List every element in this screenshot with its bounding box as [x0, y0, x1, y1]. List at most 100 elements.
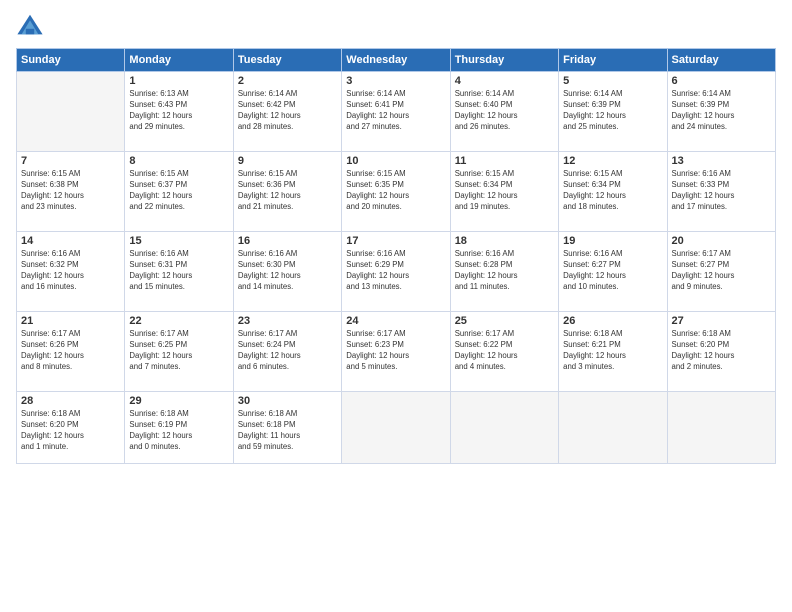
day-info: Sunrise: 6:17 AM Sunset: 6:22 PM Dayligh… — [455, 329, 554, 373]
calendar-week-row: 7 Sunrise: 6:15 AM Sunset: 6:38 PM Daylig… — [17, 152, 776, 232]
day-info: Sunrise: 6:15 AM Sunset: 6:38 PM Dayligh… — [21, 169, 120, 213]
day-number: 22 — [129, 315, 228, 327]
day-info: Sunrise: 6:17 AM Sunset: 6:25 PM Dayligh… — [129, 329, 228, 373]
day-info: Sunrise: 6:18 AM Sunset: 6:20 PM Dayligh… — [672, 329, 771, 373]
day-info: Sunrise: 6:17 AM Sunset: 6:23 PM Dayligh… — [346, 329, 445, 373]
calendar: SundayMondayTuesdayWednesdayThursdayFrid… — [16, 48, 776, 464]
calendar-day-cell: 6Sunrise: 6:14 AM Sunset: 6:39 PM Daylig… — [667, 72, 775, 152]
calendar-day-cell: 22 Sunrise: 6:17 AM Sunset: 6:25 PM Dayli… — [125, 312, 233, 392]
day-info: Sunrise: 6:16 AM Sunset: 6:33 PM Dayligh… — [672, 169, 771, 213]
day-number: 23 — [238, 315, 337, 327]
calendar-header-monday: Monday — [125, 49, 233, 72]
calendar-day-cell: 5 Sunrise: 6:14 AM Sunset: 6:39 PM Daylig… — [559, 72, 667, 152]
calendar-day-cell: 11Sunrise: 6:15 AM Sunset: 6:34 PM Dayli… — [450, 152, 558, 232]
day-number: 18 — [455, 235, 554, 247]
calendar-day-cell: 27 Sunrise: 6:18 AM Sunset: 6:20 PM Dayli… — [667, 312, 775, 392]
day-info: Sunrise: 6:16 AM Sunset: 6:30 PM Dayligh… — [238, 249, 337, 293]
calendar-day-cell: 1 Sunrise: 6:13 AM Sunset: 6:43 PM Daylig… — [125, 72, 233, 152]
day-number: 27 — [672, 315, 771, 327]
calendar-day-cell: 14 Sunrise: 6:16 AM Sunset: 6:32 PM Dayli… — [17, 232, 125, 312]
calendar-header-thursday: Thursday — [450, 49, 558, 72]
calendar-day-cell: 4 Sunrise: 6:14 AM Sunset: 6:40 PM Daylig… — [450, 72, 558, 152]
logo — [16, 12, 48, 40]
day-info: Sunrise: 6:17 AM Sunset: 6:26 PM Dayligh… — [21, 329, 120, 373]
day-number: 24 — [346, 315, 445, 327]
day-number: 26 — [563, 315, 662, 327]
calendar-day-cell — [342, 392, 450, 464]
day-info: Sunrise: 6:14 AM Sunset: 6:41 PM Dayligh… — [346, 89, 445, 133]
calendar-header-row: SundayMondayTuesdayWednesdayThursdayFrid… — [17, 49, 776, 72]
day-number: 29 — [129, 395, 228, 407]
day-number: 9 — [238, 155, 337, 167]
day-number: 2 — [238, 75, 337, 87]
calendar-day-cell: 29 Sunrise: 6:18 AM Sunset: 6:19 PM Dayli… — [125, 392, 233, 464]
calendar-day-cell: 28Sunrise: 6:18 AM Sunset: 6:20 PM Dayli… — [17, 392, 125, 464]
calendar-day-cell: 2 Sunrise: 6:14 AM Sunset: 6:42 PM Daylig… — [233, 72, 341, 152]
calendar-header-tuesday: Tuesday — [233, 49, 341, 72]
day-number: 12 — [563, 155, 662, 167]
day-number: 25 — [455, 315, 554, 327]
day-info: Sunrise: 6:16 AM Sunset: 6:32 PM Dayligh… — [21, 249, 120, 293]
logo-icon — [16, 12, 44, 40]
calendar-day-cell: 24 Sunrise: 6:17 AM Sunset: 6:23 PM Dayli… — [342, 312, 450, 392]
day-info: Sunrise: 6:15 AM Sunset: 6:35 PM Dayligh… — [346, 169, 445, 213]
calendar-day-cell: 13 Sunrise: 6:16 AM Sunset: 6:33 PM Dayli… — [667, 152, 775, 232]
day-info: Sunrise: 6:14 AM Sunset: 6:40 PM Dayligh… — [455, 89, 554, 133]
day-number: 3 — [346, 75, 445, 87]
day-number: 1 — [129, 75, 228, 87]
day-number: 28 — [21, 395, 120, 407]
day-info: Sunrise: 6:16 AM Sunset: 6:28 PM Dayligh… — [455, 249, 554, 293]
day-info: Sunrise: 6:16 AM Sunset: 6:29 PM Dayligh… — [346, 249, 445, 293]
day-number: 4 — [455, 75, 554, 87]
day-number: 19 — [563, 235, 662, 247]
day-number: 5 — [563, 75, 662, 87]
day-info: Sunrise: 6:14 AM Sunset: 6:42 PM Dayligh… — [238, 89, 337, 133]
day-number: 13 — [672, 155, 771, 167]
calendar-header-friday: Friday — [559, 49, 667, 72]
calendar-day-cell: 16 Sunrise: 6:16 AM Sunset: 6:30 PM Dayli… — [233, 232, 341, 312]
calendar-day-cell: 17 Sunrise: 6:16 AM Sunset: 6:29 PM Dayli… — [342, 232, 450, 312]
day-number: 20 — [672, 235, 771, 247]
calendar-day-cell: 26Sunrise: 6:18 AM Sunset: 6:21 PM Dayli… — [559, 312, 667, 392]
calendar-day-cell: 9 Sunrise: 6:15 AM Sunset: 6:36 PM Daylig… — [233, 152, 341, 232]
day-info: Sunrise: 6:17 AM Sunset: 6:27 PM Dayligh… — [672, 249, 771, 293]
calendar-day-cell: 25 Sunrise: 6:17 AM Sunset: 6:22 PM Dayli… — [450, 312, 558, 392]
calendar-week-row: 28Sunrise: 6:18 AM Sunset: 6:20 PM Dayli… — [17, 392, 776, 464]
calendar-day-cell: 8Sunrise: 6:15 AM Sunset: 6:37 PM Daylig… — [125, 152, 233, 232]
day-info: Sunrise: 6:17 AM Sunset: 6:24 PM Dayligh… — [238, 329, 337, 373]
day-info: Sunrise: 6:18 AM Sunset: 6:19 PM Dayligh… — [129, 409, 228, 453]
calendar-day-cell: 30Sunrise: 6:18 AM Sunset: 6:18 PM Dayli… — [233, 392, 341, 464]
calendar-day-cell — [450, 392, 558, 464]
calendar-day-cell: 15 Sunrise: 6:16 AM Sunset: 6:31 PM Dayli… — [125, 232, 233, 312]
calendar-header-wednesday: Wednesday — [342, 49, 450, 72]
calendar-day-cell: 12 Sunrise: 6:15 AM Sunset: 6:34 PM Dayli… — [559, 152, 667, 232]
day-number: 11 — [455, 155, 554, 167]
calendar-day-cell: 21 Sunrise: 6:17 AM Sunset: 6:26 PM Dayli… — [17, 312, 125, 392]
day-info: Sunrise: 6:15 AM Sunset: 6:34 PM Dayligh… — [563, 169, 662, 213]
calendar-header-sunday: Sunday — [17, 49, 125, 72]
day-info: Sunrise: 6:16 AM Sunset: 6:31 PM Dayligh… — [129, 249, 228, 293]
day-info: Sunrise: 6:14 AM Sunset: 6:39 PM Dayligh… — [563, 89, 662, 133]
day-number: 8 — [129, 155, 228, 167]
calendar-day-cell: 7 Sunrise: 6:15 AM Sunset: 6:38 PM Daylig… — [17, 152, 125, 232]
calendar-header-saturday: Saturday — [667, 49, 775, 72]
day-number: 30 — [238, 395, 337, 407]
day-number: 14 — [21, 235, 120, 247]
day-number: 6 — [672, 75, 771, 87]
calendar-day-cell — [667, 392, 775, 464]
calendar-day-cell: 3 Sunrise: 6:14 AM Sunset: 6:41 PM Daylig… — [342, 72, 450, 152]
day-number: 7 — [21, 155, 120, 167]
calendar-day-cell: 18 Sunrise: 6:16 AM Sunset: 6:28 PM Dayli… — [450, 232, 558, 312]
day-info: Sunrise: 6:16 AM Sunset: 6:27 PM Dayligh… — [563, 249, 662, 293]
day-info: Sunrise: 6:13 AM Sunset: 6:43 PM Dayligh… — [129, 89, 228, 133]
day-number: 16 — [238, 235, 337, 247]
calendar-week-row: 21 Sunrise: 6:17 AM Sunset: 6:26 PM Dayli… — [17, 312, 776, 392]
calendar-day-cell — [559, 392, 667, 464]
calendar-day-cell: 23 Sunrise: 6:17 AM Sunset: 6:24 PM Dayli… — [233, 312, 341, 392]
calendar-day-cell: 10Sunrise: 6:15 AM Sunset: 6:35 PM Dayli… — [342, 152, 450, 232]
day-info: Sunrise: 6:15 AM Sunset: 6:36 PM Dayligh… — [238, 169, 337, 213]
day-number: 21 — [21, 315, 120, 327]
calendar-week-row: 14 Sunrise: 6:16 AM Sunset: 6:32 PM Dayli… — [17, 232, 776, 312]
day-number: 17 — [346, 235, 445, 247]
day-number: 15 — [129, 235, 228, 247]
